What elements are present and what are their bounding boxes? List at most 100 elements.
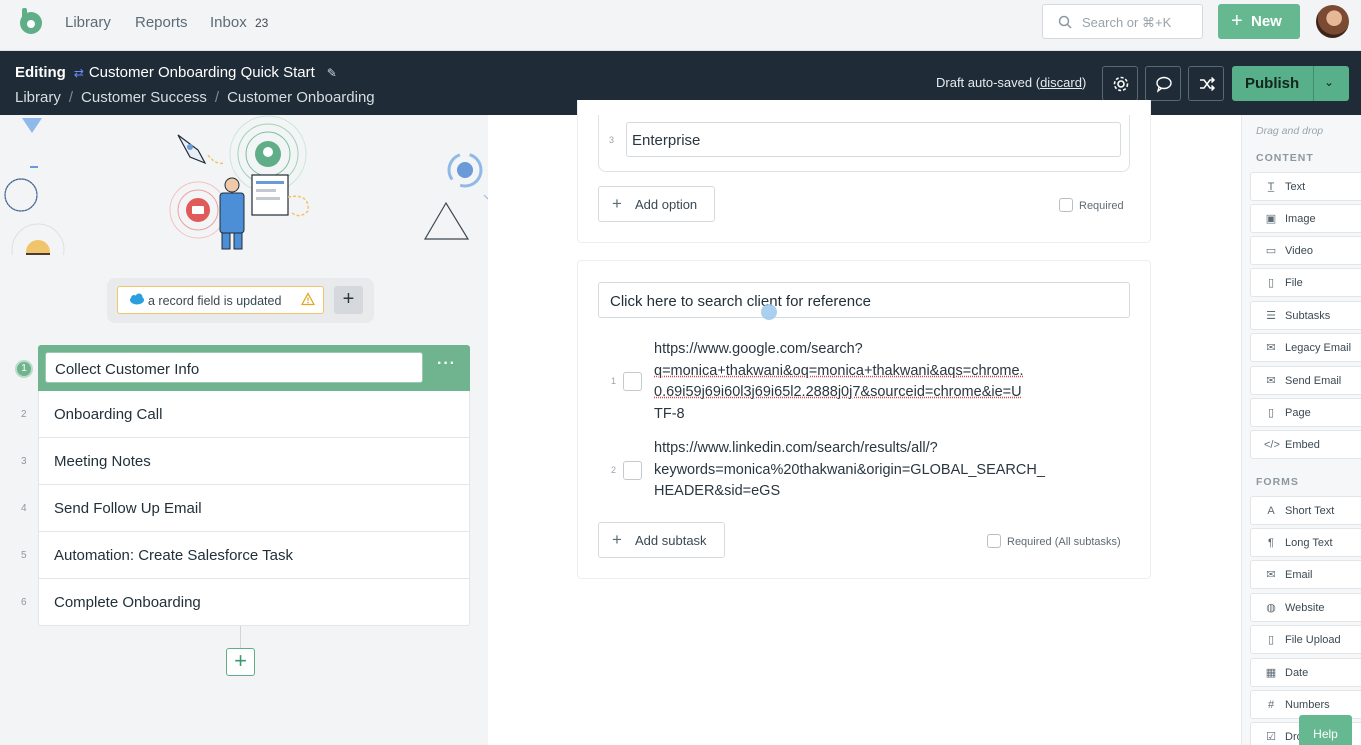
widget-file[interactable]: ▯ File — [1250, 268, 1361, 297]
user-avatar[interactable] — [1316, 5, 1349, 38]
widget-sidebar: Drag and drop CONTENT T̲ Text ▣ Image ▭ Vid… — [1241, 115, 1361, 745]
widget-legacy-email[interactable]: ✉ Legacy Email — [1250, 333, 1361, 362]
task-item[interactable]: Meeting Notes — [38, 438, 470, 485]
widget-label: Website — [1285, 602, 1325, 614]
widget-label: Subtasks — [1285, 310, 1331, 322]
warning-icon — [301, 292, 315, 306]
widget-video[interactable]: ▭ Video — [1250, 236, 1361, 265]
subtask-line: keywords=monica%20thakwani&origin=GLOBAL… — [654, 461, 1045, 478]
task-label: Meeting Notes — [54, 453, 151, 470]
subtask-checkbox[interactable] — [623, 461, 642, 480]
widget-label: Long Text — [1285, 537, 1333, 549]
add-task-button[interactable]: + — [226, 648, 255, 676]
option-input[interactable]: Enterprise — [626, 122, 1121, 157]
widget-label: Image — [1285, 213, 1316, 225]
breadcrumb-customer-onboarding[interactable]: Customer Onboarding — [227, 89, 375, 106]
task-item[interactable]: Send Follow Up Email — [38, 485, 470, 532]
option-number: 3 — [609, 135, 615, 145]
subtask-line: https://www.google.com/search? — [654, 341, 863, 357]
inbox-count-badge: 23 — [255, 16, 269, 30]
file-icon: ▯ — [1267, 277, 1275, 289]
checkbox-box[interactable] — [1059, 198, 1073, 212]
more-options-icon[interactable]: ··· — [437, 355, 456, 373]
search-input[interactable]: Search or ⌘+K — [1042, 4, 1203, 39]
help-button[interactable]: Help — [1299, 715, 1352, 745]
comments-button[interactable] — [1145, 66, 1181, 101]
discard-link[interactable]: discard — [1040, 75, 1082, 90]
widget-label: Short Text — [1285, 505, 1335, 517]
widget-image[interactable]: ▣ Image — [1250, 204, 1361, 233]
nav-reports[interactable]: Reports — [135, 14, 188, 31]
task-item[interactable]: Automation: Create Salesforce Task — [38, 532, 470, 579]
shuffle-button[interactable] — [1188, 66, 1224, 101]
add-subtask-button[interactable]: + Add subtask — [598, 522, 725, 558]
publish-divider — [1313, 66, 1314, 101]
edit-title-icon[interactable]: ✎ — [327, 66, 337, 80]
app-logo-icon[interactable] — [18, 8, 44, 36]
widget-label: Send Email — [1285, 375, 1342, 387]
hash-icon: # — [1267, 699, 1275, 711]
widget-subtasks[interactable]: ☰ Subtasks — [1250, 301, 1361, 330]
widget-text[interactable]: T̲ Text — [1250, 172, 1361, 201]
widget-file-upload[interactable]: ▯ File Upload — [1250, 625, 1361, 654]
subtask-number: 1 — [611, 376, 617, 386]
widget-website[interactable]: ◍ Website — [1250, 593, 1361, 622]
publish-label: Publish — [1245, 75, 1300, 92]
trigger-label: a record field is updated — [148, 294, 282, 308]
task-title-value: Collect Customer Info — [55, 361, 200, 378]
subtasks-title-input[interactable]: Click here to search client for referenc… — [598, 282, 1130, 318]
chevron-down-icon[interactable]: ⌄ — [1324, 75, 1334, 89]
mouse-cursor-indicator — [761, 304, 777, 320]
add-option-button[interactable]: + Add option — [598, 186, 715, 222]
subtask-line: HEADER&sid=eGS — [654, 483, 781, 499]
subtask-line: https://www.linkedin.com/search/results/… — [654, 440, 938, 456]
required-label: Required — [1079, 200, 1124, 212]
subtask-text[interactable]: https://www.linkedin.com/search/results/… — [654, 438, 1054, 503]
task-number: 3 — [21, 456, 27, 467]
page-title: Editing ⇄ Customer Onboarding Quick Start ✎ — [15, 64, 337, 81]
widget-short-text[interactable]: A Short Text — [1250, 496, 1361, 525]
task-number: 4 — [21, 503, 27, 514]
upload-icon: ▯ — [1267, 634, 1275, 646]
breadcrumb-customer-success[interactable]: Customer Success — [81, 89, 207, 106]
required-all-checkbox[interactable]: Required (All subtasks) — [987, 534, 1121, 548]
task-item[interactable]: Onboarding Call — [38, 391, 470, 438]
drag-drop-hint: Drag and drop — [1256, 125, 1324, 137]
page-icon: ▯ — [1267, 407, 1275, 419]
settings-button[interactable] — [1102, 66, 1138, 101]
nav-library[interactable]: Library — [65, 14, 111, 31]
widget-long-text[interactable]: ¶ Long Text — [1250, 528, 1361, 557]
task-item[interactable]: Complete Onboarding — [38, 579, 470, 626]
widget-send-email[interactable]: ✉ Send Email — [1250, 366, 1361, 395]
workflow-outline-panel: a record field is updated + 1 2 3 4 5 6 … — [0, 115, 488, 745]
task-number-active: 1 — [15, 360, 33, 378]
add-trigger-button[interactable]: + — [334, 286, 363, 314]
required-checkbox[interactable]: Required — [1059, 198, 1124, 212]
add-subtask-label: Add subtask — [635, 533, 707, 548]
task-number: 5 — [21, 550, 27, 561]
widget-date[interactable]: ▦ Date — [1250, 658, 1361, 687]
widget-email[interactable]: ✉ Email — [1250, 560, 1361, 589]
task-title-input[interactable]: Collect Customer Info — [45, 352, 423, 383]
trigger-container: a record field is updated + — [107, 278, 374, 323]
dropdown-icon: ☑ — [1266, 731, 1276, 743]
add-option-label: Add option — [635, 197, 698, 212]
new-button[interactable]: + New — [1218, 4, 1300, 39]
trigger-chip[interactable]: a record field is updated — [117, 286, 324, 314]
widget-page[interactable]: ▯ Page — [1250, 398, 1361, 427]
subtask-text[interactable]: https://www.google.com/search? q=monica+… — [654, 339, 1054, 425]
subtasks-title-value: Click here to search client for referenc… — [610, 293, 871, 310]
checkbox-box[interactable] — [987, 534, 1001, 548]
task-label: Onboarding Call — [54, 406, 163, 423]
gear-icon — [1113, 76, 1129, 92]
subtask-checkbox[interactable] — [623, 372, 642, 391]
publish-button[interactable]: Publish ⌄ — [1232, 66, 1349, 101]
image-icon: ▣ — [1265, 213, 1277, 225]
salesforce-cloud-icon — [130, 293, 144, 305]
widget-embed[interactable]: </> Embed — [1250, 430, 1361, 459]
email-icon: ✉ — [1266, 342, 1276, 354]
breadcrumb-library[interactable]: Library — [15, 89, 61, 106]
task-item-active[interactable]: Collect Customer Info ··· — [38, 345, 470, 391]
nav-inbox[interactable]: Inbox — [210, 14, 247, 31]
code-icon: </> — [1264, 439, 1280, 451]
